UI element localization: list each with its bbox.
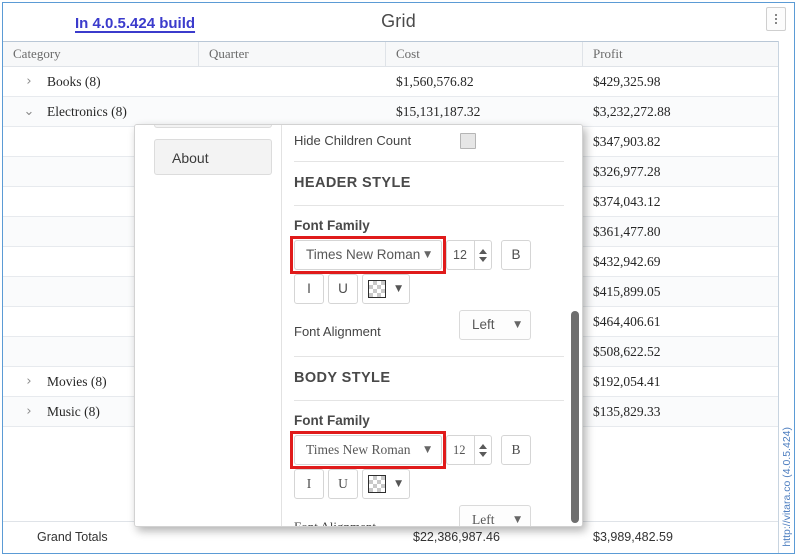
hide-children-count-row: Hide Children Count — [294, 125, 564, 159]
cell-category: Books (8) — [47, 74, 101, 89]
chevron-down-icon: ▼ — [514, 515, 521, 525]
cell-quarter — [199, 67, 386, 96]
stepper-down-icon[interactable] — [479, 451, 487, 457]
cell-quarter — [199, 97, 386, 126]
header-font-family-value: Times New Roman — [306, 247, 421, 262]
header-font-size-input[interactable]: 12 — [446, 240, 474, 270]
dialog-scrollbar-thumb[interactable] — [571, 311, 579, 523]
stepper-up-icon[interactable] — [479, 248, 487, 254]
cell-profit: $432,942.69 — [593, 254, 661, 269]
cell-profit: $192,054.41 — [593, 374, 661, 389]
table-row[interactable]: ⌄ Electronics (8) $15,131,187.32 $3,232,272… — [3, 97, 779, 127]
grand-totals-profit: $3,989,482.59 — [593, 530, 673, 544]
cell-cost: $1,560,576.82 — [396, 74, 474, 89]
body-alignment-value: Left — [472, 512, 495, 526]
grand-totals-label: Grand Totals — [37, 530, 108, 544]
hide-children-count-checkbox[interactable] — [460, 133, 476, 149]
body-font-family-label: Font Family — [294, 413, 370, 428]
cell-cost: $15,131,187.32 — [396, 104, 481, 119]
cell-profit: $415,899.05 — [593, 284, 661, 299]
column-header-quarter[interactable]: Quarter — [199, 42, 386, 66]
cell-profit: $464,406.61 — [593, 314, 661, 329]
chevron-down-icon: ▼ — [514, 320, 521, 330]
header-italic-button[interactable]: I — [294, 274, 324, 304]
column-header-category[interactable]: Category — [3, 42, 199, 66]
kebab-dot — [775, 22, 777, 24]
header-style-buttons-row: I U ▼ — [294, 274, 564, 310]
color-swatch-icon — [368, 280, 386, 298]
table-row[interactable]: › Books (8) $1,560,576.82 $429,325.98 — [3, 67, 779, 97]
header-font-family-label: Font Family — [294, 218, 370, 233]
body-alignment-row: Font Alignment Left ▼ — [294, 505, 564, 526]
header-font-size-stepper[interactable] — [474, 240, 492, 270]
page-title: Grid — [381, 11, 416, 31]
cell-category: Electronics (8) — [47, 104, 127, 119]
body-style-buttons-row: I U ▼ — [294, 469, 564, 505]
watermark-rail: http://vitara.co (4.0.5.424) — [778, 41, 794, 553]
body-font-size-input[interactable]: 12 — [446, 435, 474, 465]
body-alignment-select[interactable]: Left ▼ — [459, 505, 531, 526]
header-font-color-picker[interactable]: ▼ — [362, 274, 410, 304]
dialog-scroll-area: Hide Children Count HEADER STYLE Font Fa… — [282, 125, 582, 526]
header-bold-button[interactable]: B — [501, 240, 531, 270]
chevron-down-icon: ▼ — [424, 445, 431, 455]
cell-profit: $135,829.33 — [593, 404, 661, 419]
body-alignment-label: Font Alignment — [294, 519, 376, 526]
top-bar: In 4.0.5.424 build Grid — [3, 3, 794, 41]
chevron-down-icon: ▼ — [395, 284, 402, 294]
vendor-watermark: http://vitara.co (4.0.5.424) — [781, 427, 793, 547]
header-underline-button[interactable]: U — [328, 274, 358, 304]
body-italic-button[interactable]: I — [294, 469, 324, 499]
header-style-section-title: HEADER STYLE — [294, 175, 411, 191]
cell-profit: $3,232,272.88 — [593, 104, 671, 119]
header-alignment-label: Font Alignment — [294, 324, 381, 339]
kebab-dot — [775, 18, 777, 20]
kebab-menu-icon[interactable] — [766, 7, 786, 31]
application-window: In 4.0.5.424 build Grid Category Quarter… — [2, 2, 795, 554]
dialog-nav-item-about[interactable]: About — [154, 139, 272, 175]
grid-header-row: Category Quarter Cost Profit — [3, 42, 779, 67]
dialog-scrollbar[interactable] — [570, 125, 580, 526]
cell-profit: $508,622.52 — [593, 344, 661, 359]
body-font-controls-row: Times New Roman ▼ 12 B — [290, 431, 564, 469]
header-style-block: HEADER STYLE Font Family Times New Roman… — [290, 162, 564, 354]
body-font-size-stepper[interactable] — [474, 435, 492, 465]
stepper-down-icon[interactable] — [479, 256, 487, 262]
kebab-dot — [775, 14, 777, 16]
body-style-section-title: BODY STYLE — [294, 370, 391, 386]
dialog-nav-item-partial[interactable] — [154, 125, 272, 128]
hide-children-count-label: Hide Children Count — [294, 133, 412, 148]
chevron-down-icon: ▼ — [395, 479, 402, 489]
body-font-color-picker[interactable]: ▼ — [362, 469, 410, 499]
header-alignment-value: Left — [472, 317, 495, 332]
chevron-down-icon: ▼ — [424, 250, 431, 260]
body-underline-button[interactable]: U — [328, 469, 358, 499]
stepper-up-icon[interactable] — [479, 443, 487, 449]
cell-profit: $429,325.98 — [593, 74, 661, 89]
header-font-controls-row: Times New Roman ▼ 12 B — [290, 236, 564, 274]
cell-profit: $361,477.80 — [593, 224, 661, 239]
settings-dialog: About Hide Children Count HEADER STYLE F… — [134, 124, 583, 527]
header-font-family-select[interactable]: Times New Roman ▼ — [294, 240, 442, 270]
column-header-cost[interactable]: Cost — [386, 42, 583, 66]
cell-profit: $347,903.82 — [593, 134, 661, 149]
cell-profit: $374,043.12 — [593, 194, 661, 209]
body-style-block: BODY STYLE Font Family Times New Roman ▼… — [290, 357, 564, 526]
body-bold-button[interactable]: B — [501, 435, 531, 465]
color-swatch-icon — [368, 475, 386, 493]
header-alignment-select[interactable]: Left ▼ — [459, 310, 531, 340]
body-font-family-select[interactable]: Times New Roman ▼ — [294, 435, 442, 465]
column-header-profit[interactable]: Profit — [583, 42, 773, 66]
cell-profit: $326,977.28 — [593, 164, 661, 179]
header-alignment-row: Font Alignment Left ▼ — [294, 310, 564, 354]
dialog-nav-panel: About — [135, 125, 282, 526]
body-font-family-value: Times New Roman — [306, 442, 411, 457]
dialog-content-panel: Hide Children Count HEADER STYLE Font Fa… — [282, 125, 582, 526]
